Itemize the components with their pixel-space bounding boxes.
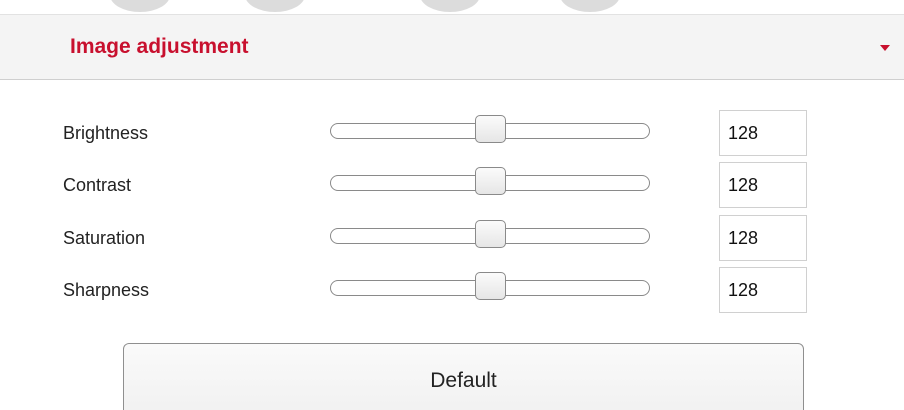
saturation-label: Saturation <box>63 228 146 248</box>
default-button-label: Default <box>430 369 497 392</box>
sharpness-row: Sharpness 128 <box>0 267 904 317</box>
saturation-value: 128 <box>728 228 759 248</box>
contrast-value-field[interactable]: 128 <box>719 162 807 208</box>
contrast-label: Contrast <box>63 175 132 195</box>
brightness-slider-thumb[interactable] <box>474 115 506 143</box>
contrast-slider-thumb[interactable] <box>474 167 506 195</box>
brightness-value-field[interactable]: 128 <box>719 110 807 156</box>
default-button[interactable]: Default <box>123 343 804 410</box>
sharpness-slider-thumb[interactable] <box>474 272 506 300</box>
contrast-row: Contrast 128 <box>0 162 904 212</box>
caret-down-icon[interactable] <box>880 45 890 51</box>
brightness-value: 128 <box>728 123 759 143</box>
image-adjustment-page: Image adjustment Brightness 128 Contrast… <box>0 0 904 410</box>
brightness-label: Brightness <box>63 123 149 143</box>
panel-title: Image adjustment <box>70 35 249 58</box>
saturation-row: Saturation 128 <box>0 215 904 265</box>
sharpness-label: Sharpness <box>63 280 150 300</box>
image-adjustment-header[interactable]: Image adjustment <box>0 14 904 80</box>
brightness-row: Brightness 128 <box>0 110 904 160</box>
saturation-value-field[interactable]: 128 <box>719 215 807 261</box>
sharpness-value: 128 <box>728 280 759 300</box>
contrast-value: 128 <box>728 175 759 195</box>
sharpness-value-field[interactable]: 128 <box>719 267 807 313</box>
watermark <box>0 0 904 14</box>
saturation-slider-thumb[interactable] <box>474 220 506 248</box>
